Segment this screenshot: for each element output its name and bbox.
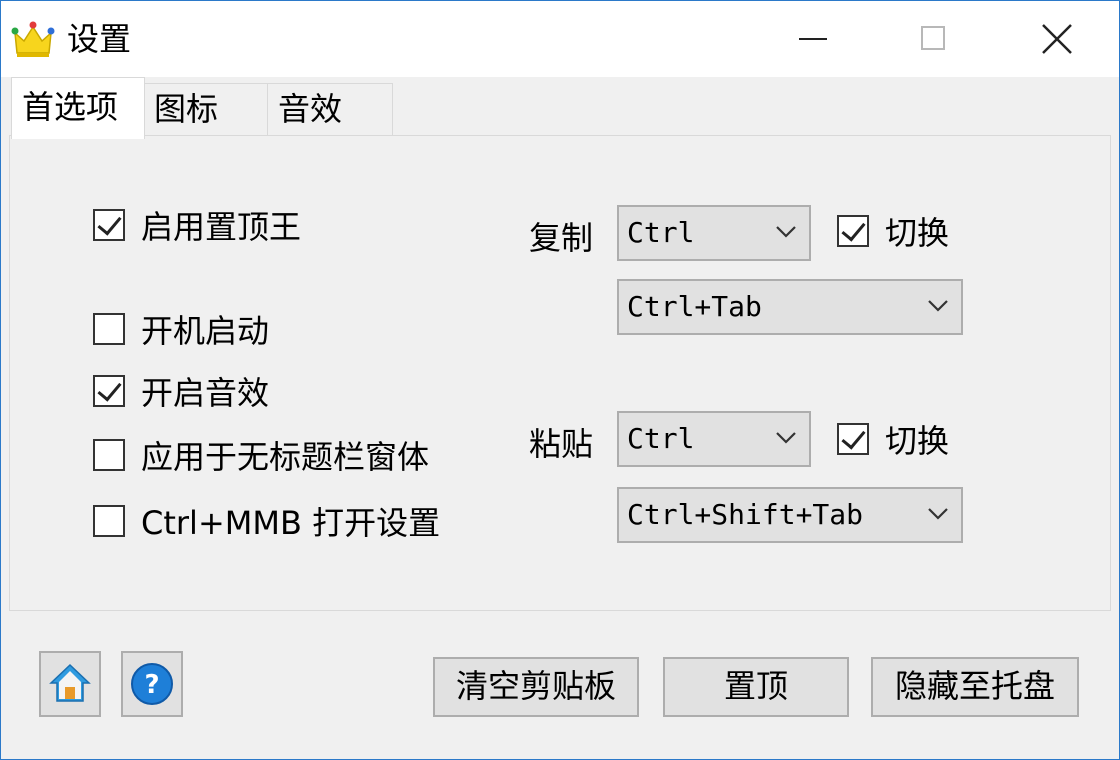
- option-label: 开启音效: [141, 374, 270, 412]
- checkbox[interactable]: [93, 209, 125, 241]
- selected-value: Ctrl+Tab: [627, 290, 762, 323]
- settings-window: 设置 首选项 图标 音效 启用置顶王 开机启动 开启音效 应用于无标题栏窗体 C…: [0, 0, 1120, 760]
- window-title: 设置: [67, 20, 132, 58]
- paste-toggle[interactable]: 切换: [837, 417, 949, 461]
- crown-icon: [11, 21, 55, 57]
- maximize-button[interactable]: [879, 1, 989, 77]
- pin-top-button[interactable]: 置顶: [663, 657, 849, 717]
- checkbox[interactable]: [837, 215, 869, 247]
- selected-value: Ctrl+Shift+Tab: [627, 498, 864, 531]
- checkbox[interactable]: [93, 313, 125, 345]
- option-label: Ctrl+MMB 打开设置: [141, 504, 441, 542]
- chevron-down-icon: [928, 300, 948, 312]
- selected-value: Ctrl: [627, 422, 695, 455]
- paste-modifier-select[interactable]: Ctrl: [617, 411, 811, 467]
- paste-label: 粘贴: [529, 425, 594, 463]
- home-icon: [49, 663, 91, 702]
- close-button[interactable]: [1001, 1, 1111, 77]
- option-ctrl-mmb-settings[interactable]: Ctrl+MMB 打开设置: [93, 499, 440, 543]
- option-label: 启用置顶王: [141, 208, 302, 246]
- checkbox[interactable]: [837, 423, 869, 455]
- minimize-button[interactable]: [757, 1, 867, 77]
- tab-strip: 首选项 图标 音效: [5, 77, 1115, 139]
- copy-label: 复制: [529, 219, 594, 257]
- hide-to-tray-button[interactable]: 隐藏至托盘: [871, 657, 1079, 717]
- option-enable-sound[interactable]: 开启音效: [93, 369, 269, 413]
- checkbox[interactable]: [93, 439, 125, 471]
- option-start-on-boot[interactable]: 开机启动: [93, 307, 269, 351]
- tab-sounds[interactable]: 音效: [267, 83, 393, 137]
- title-bar[interactable]: 设置: [1, 1, 1119, 77]
- paste-shortcut-select[interactable]: Ctrl+Shift+Tab: [617, 487, 963, 543]
- option-enable-topmost[interactable]: 启用置顶王: [93, 203, 301, 247]
- tab-icons[interactable]: 图标: [143, 83, 269, 137]
- toggle-label: 切换: [885, 422, 950, 460]
- home-button[interactable]: [39, 651, 101, 717]
- help-button[interactable]: ?: [121, 651, 183, 717]
- copy-modifier-select[interactable]: Ctrl: [617, 205, 811, 261]
- option-apply-titleless[interactable]: 应用于无标题栏窗体: [93, 433, 429, 477]
- option-label: 开机启动: [141, 312, 270, 350]
- checkbox[interactable]: [93, 505, 125, 537]
- tab-preferences[interactable]: 首选项: [11, 77, 145, 139]
- help-icon: ?: [131, 663, 173, 705]
- selected-value: Ctrl: [627, 216, 695, 249]
- copy-toggle[interactable]: 切换: [837, 209, 949, 253]
- option-label: 应用于无标题栏窗体: [141, 438, 430, 476]
- chevron-down-icon: [928, 508, 948, 520]
- chevron-down-icon: [776, 226, 796, 238]
- svg-text:?: ?: [144, 670, 159, 700]
- close-icon: [1042, 24, 1072, 54]
- copy-shortcut-select[interactable]: Ctrl+Tab: [617, 279, 963, 335]
- chevron-down-icon: [776, 432, 796, 444]
- clear-clipboard-button[interactable]: 清空剪贴板: [433, 657, 639, 717]
- toggle-label: 切换: [885, 214, 950, 252]
- checkbox[interactable]: [93, 375, 125, 407]
